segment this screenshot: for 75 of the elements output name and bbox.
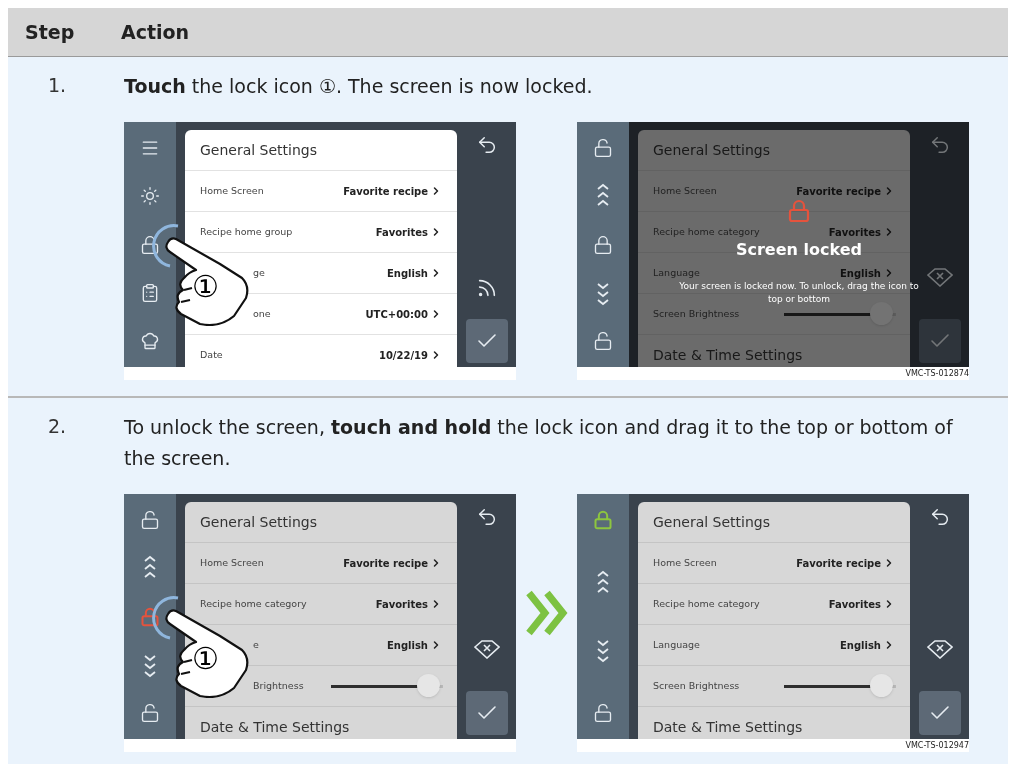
lock-icon[interactable] [593, 234, 613, 255]
lock-icon[interactable] [593, 510, 613, 530]
setting-value: English [839, 638, 881, 653]
clear-icon[interactable] [926, 639, 953, 659]
setting-value: English [386, 266, 428, 281]
slider-thumb[interactable] [417, 674, 441, 697]
chef-hat-icon[interactable] [140, 331, 160, 351]
setting-label[interactable]: Recipe home category [200, 596, 307, 612]
column-header: Action [121, 19, 190, 45]
setting-value: Favorites [375, 597, 428, 612]
setting-label[interactable]: Date [200, 347, 223, 363]
unlocked-icon[interactable] [140, 510, 160, 530]
figure-caption: VMC-TS-012874 [905, 369, 969, 378]
instruction-text: Touch the lock icon ①. The screen is now locked. [124, 74, 594, 99]
confirm-button[interactable] [465, 691, 508, 735]
section-heading: Date & Time Settings [653, 719, 803, 735]
lock-icon [787, 199, 811, 223]
touch-ripple-icon [150, 594, 180, 640]
slider-thumb[interactable] [870, 674, 894, 697]
setting-label[interactable]: one [253, 306, 271, 322]
setting-value: Favorite recipe [343, 184, 428, 199]
confirm-button[interactable] [465, 319, 508, 363]
slider-track[interactable] [331, 674, 443, 698]
setting-label[interactable]: Home Screen [200, 183, 264, 199]
setting-label: Brightness [253, 678, 304, 693]
setting-label[interactable]: Recipe home group [200, 224, 293, 240]
callout-number: ① [192, 644, 219, 674]
setting-value: 10/22/19 [378, 348, 428, 363]
card-title: General Settings [653, 512, 771, 532]
setting-label: Screen Brightness [653, 678, 740, 693]
unlocked-icon[interactable] [593, 138, 613, 158]
touch-ripple-icon [150, 222, 180, 268]
setting-value: English [386, 638, 428, 653]
callout-number: ① [192, 272, 219, 302]
unlocked-icon[interactable] [140, 703, 160, 723]
clipboard-icon[interactable] [140, 282, 160, 303]
step-number: 1. [48, 74, 67, 96]
lock-icon[interactable] [140, 234, 160, 255]
unlocked-icon[interactable] [593, 703, 613, 723]
setting-label[interactable]: Language [653, 637, 700, 653]
setting-value: Favorites [828, 597, 881, 612]
confirm-button[interactable] [918, 691, 961, 735]
figure-caption: VMC-TS-012947 [905, 741, 969, 750]
setting-value: Favorite recipe [796, 184, 881, 199]
column-header: Step [24, 19, 76, 45]
section-heading: Date & Time Settings [653, 347, 803, 363]
confirm-button[interactable] [918, 319, 961, 363]
step-number: 2. [48, 415, 67, 437]
slider-track[interactable] [784, 674, 896, 698]
setting-label[interactable]: e [253, 637, 259, 653]
setting-value: English [839, 266, 881, 281]
lock-icon[interactable] [140, 606, 160, 627]
setting-value: UTC+00:00 [365, 307, 428, 322]
card-title: General Settings [653, 140, 771, 160]
section-heading: Date & Time Settings [200, 719, 350, 735]
card-title: General Settings [200, 140, 318, 160]
setting-value: Favorites [828, 225, 881, 240]
setting-label: Screen Brightness [653, 306, 740, 321]
setting-value: Favorites [375, 225, 428, 240]
setting-label[interactable]: Recipe home category [653, 596, 760, 612]
setting-value: Favorite recipe [343, 556, 428, 571]
clear-icon[interactable] [926, 267, 953, 287]
setting-value: Favorite recipe [796, 556, 881, 571]
card-title: General Settings [200, 512, 318, 532]
overlay-message: Your screen is locked now. To unlock, drag the icon to top or bottom [678, 280, 920, 306]
overlay-title: Screen locked [735, 240, 862, 259]
instruction-text: To unlock the screen, touch and hold the lock icon and drag it to the top or bottom of the screen. [124, 415, 954, 471]
setting-label[interactable]: ge [253, 265, 265, 281]
slider-track[interactable] [784, 302, 896, 326]
unlocked-icon[interactable] [593, 331, 613, 351]
slider-thumb[interactable] [870, 302, 894, 325]
setting-label[interactable]: Home Screen [200, 555, 264, 571]
clear-icon[interactable] [473, 639, 500, 659]
setting-label[interactable]: Home Screen [653, 555, 717, 571]
brightness-icon[interactable] [140, 186, 160, 207]
